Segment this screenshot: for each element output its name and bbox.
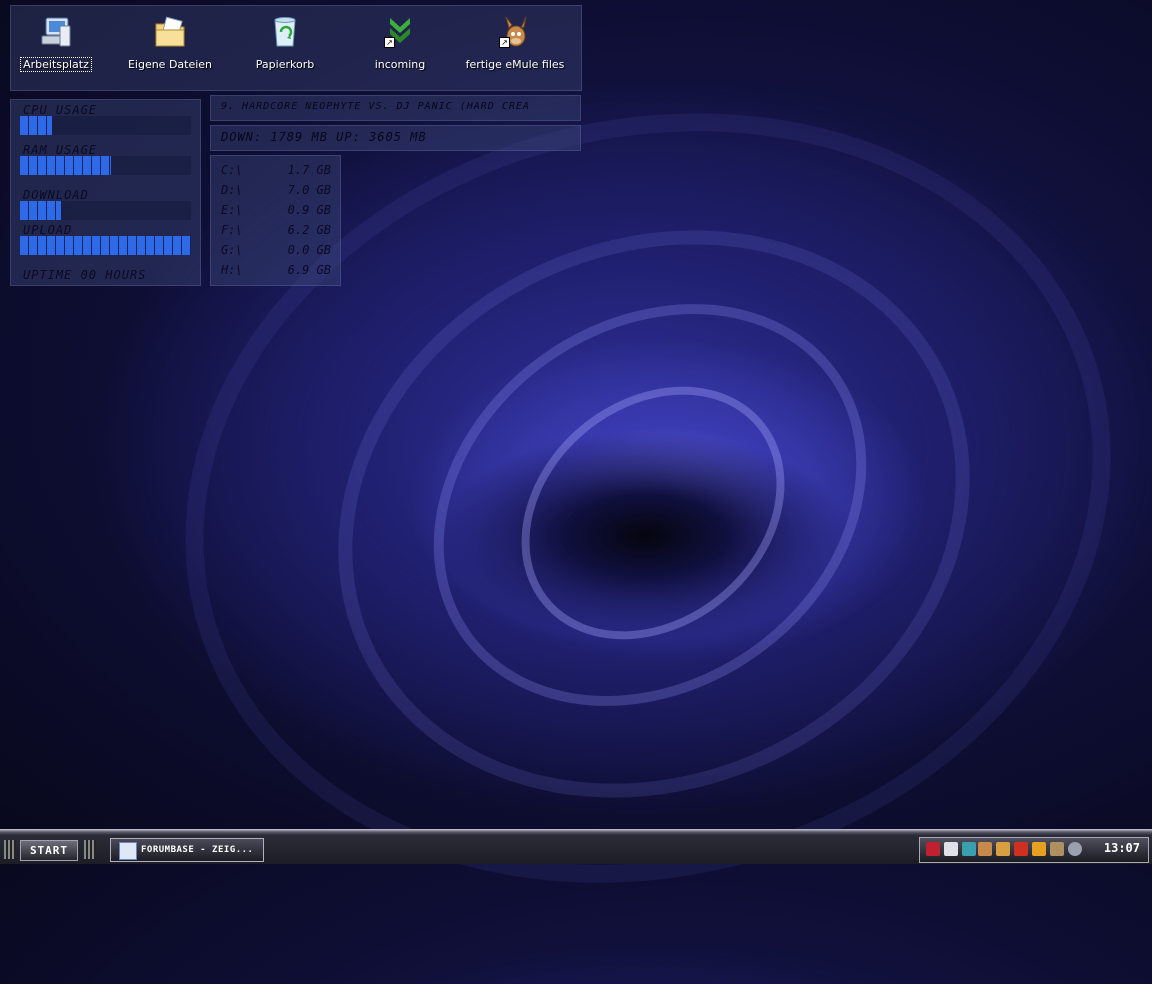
emule-tray-icon[interactable] <box>978 842 992 856</box>
traffic-widget: DOWN: 1789 MB UP: 3605 MB <box>210 125 581 151</box>
desktop-icon-fertige-emule-files[interactable]: ↗ fertige eMule files <box>460 14 570 72</box>
drive-letter: H:\ <box>221 263 243 277</box>
taskbar-grip[interactable] <box>84 840 96 859</box>
app-tray-icon[interactable] <box>1014 842 1028 856</box>
drive-row: H:\ 6.9 GB <box>221 263 331 281</box>
pen-tray-icon[interactable] <box>996 842 1010 856</box>
start-button[interactable]: START <box>20 840 78 861</box>
now-playing-widget: 9. HARDCORE NEOPHYTE VS. DJ PANIC (HARD … <box>210 95 581 121</box>
wallpaper-swirl <box>355 221 945 789</box>
wallpaper-swirl <box>470 334 836 692</box>
desktop-icon-label: Papierkorb <box>255 58 315 71</box>
uptime-text: UPTIME 00 HOURS <box>23 268 147 282</box>
drive-free-space: 0.9 GB <box>287 203 331 217</box>
taskbar-window-title: FORUMBASE - ZEIG... <box>141 845 254 855</box>
network-tray-icon[interactable] <box>926 842 940 856</box>
download-meter <box>20 201 191 220</box>
emule-mule-icon: ↗ <box>497 14 533 50</box>
upload-label: UPLOAD <box>23 223 73 237</box>
my-documents-folder-icon <box>152 14 188 50</box>
download-fill <box>20 201 62 220</box>
desktop-icon-eigene-dateien[interactable]: Eigene Dateien <box>115 14 225 72</box>
ram-usage-meter <box>20 156 191 175</box>
drive-space-widget: C:\ 1.7 GB D:\ 7.0 GB E:\ 0.9 GB F:\ 6.2 GB … <box>210 155 341 286</box>
download-label: DOWNLOAD <box>23 188 89 202</box>
system-monitor-widget: CPU USAGE RAM USAGE DOWNLOAD UPLOAD UPTI… <box>10 99 201 286</box>
taskbar: START FORUMBASE - ZEIG... 13:07 <box>0 829 1152 864</box>
system-tray: 13:07 <box>919 837 1149 863</box>
drive-free-space: 0.0 GB <box>287 243 331 257</box>
drive-row: E:\ 0.9 GB <box>221 203 331 221</box>
desktop-icon-papierkorb[interactable]: Papierkorb <box>230 14 340 72</box>
clock[interactable]: 13:07 <box>1104 841 1140 855</box>
upload-meter <box>20 236 191 255</box>
drive-letter: F:\ <box>221 223 243 237</box>
drive-free-space: 6.2 GB <box>287 223 331 237</box>
desktop-icon-label: fertige eMule files <box>465 58 565 71</box>
taskbar-grip[interactable] <box>4 840 16 859</box>
desktop-icon-incoming[interactable]: ↗ incoming <box>345 14 455 72</box>
desktop-icon-arbeitsplatz[interactable]: Arbeitsplatz <box>1 14 111 72</box>
desktop-icon-label: Arbeitsplatz <box>20 57 92 72</box>
taskbar-window-button[interactable]: FORUMBASE - ZEIG... <box>110 838 264 862</box>
app-tray-icon[interactable] <box>1050 842 1064 856</box>
now-playing-text: 9. HARDCORE NEOPHYTE VS. DJ PANIC (HARD … <box>221 101 530 112</box>
shortcut-arrow-icon: ↗ <box>499 37 510 48</box>
drive-free-space: 1.7 GB <box>287 163 331 177</box>
app-tray-icon[interactable] <box>962 842 976 856</box>
drive-free-space: 6.9 GB <box>287 263 331 277</box>
speaker-tray-icon[interactable] <box>1068 842 1082 856</box>
ram-usage-label: RAM USAGE <box>23 143 98 157</box>
desktop-icon-label: Eigene Dateien <box>127 58 213 71</box>
drive-letter: C:\ <box>221 163 243 177</box>
drive-row: F:\ 6.2 GB <box>221 223 331 241</box>
shield-tray-icon[interactable] <box>1032 842 1046 856</box>
traffic-text: DOWN: 1789 MB UP: 3605 MB <box>221 130 427 144</box>
download-arrow-icon: ↗ <box>382 14 418 50</box>
upload-fill <box>20 236 191 255</box>
cpu-usage-fill <box>20 116 53 135</box>
app-tray-icon[interactable] <box>944 842 958 856</box>
my-computer-icon <box>38 14 74 50</box>
cpu-usage-meter <box>20 116 191 135</box>
cpu-usage-label: CPU USAGE <box>23 103 98 117</box>
drive-letter: G:\ <box>221 243 243 257</box>
recycle-bin-icon <box>267 14 303 50</box>
desktop-icon-label: incoming <box>374 58 426 71</box>
drive-row: D:\ 7.0 GB <box>221 183 331 201</box>
drive-letter: D:\ <box>221 183 243 197</box>
drive-free-space: 7.0 GB <box>287 183 331 197</box>
wallpaper-swirl <box>244 128 1064 900</box>
drive-row: G:\ 0.0 GB <box>221 243 331 261</box>
drive-row: C:\ 1.7 GB <box>221 163 331 181</box>
desktop-icon-panel: Arbeitsplatz Eigene Dateien Papierkorb ↗… <box>10 5 582 91</box>
shortcut-arrow-icon: ↗ <box>384 37 395 48</box>
drive-letter: E:\ <box>221 203 243 217</box>
ram-usage-fill <box>20 156 111 175</box>
browser-window-icon <box>119 842 137 860</box>
